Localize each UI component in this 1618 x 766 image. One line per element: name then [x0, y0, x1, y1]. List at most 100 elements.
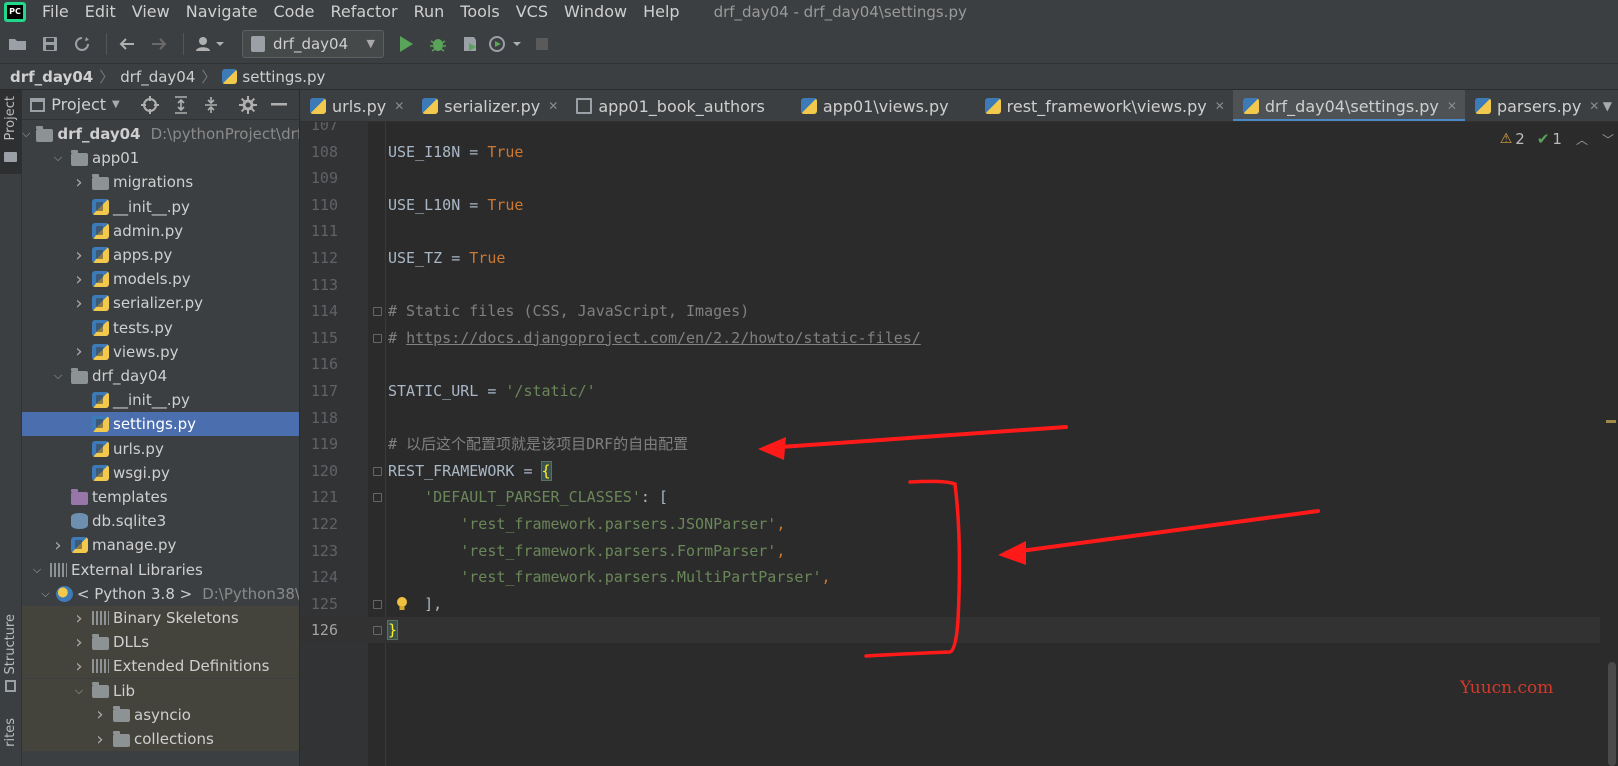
- tree-item[interactable]: › Extended Definitions: [22, 654, 299, 679]
- menu-item-window[interactable]: Window: [556, 0, 635, 24]
- tree-item[interactable]: › manage.py: [22, 533, 299, 557]
- menu-item-edit[interactable]: Edit: [77, 0, 124, 24]
- back-arrow-icon[interactable]: [113, 30, 141, 58]
- editor-tab[interactable]: urls.py ✕: [300, 90, 412, 121]
- chevron-right-icon[interactable]: ›: [51, 535, 65, 556]
- tree-item[interactable]: ⌵ app01: [22, 146, 299, 170]
- inspection-widget[interactable]: ⚠ 2 ✔ 1 ︿ ﹀: [1500, 130, 1614, 148]
- editor-tab[interactable]: app01_book_authors: [566, 90, 791, 121]
- tree-item[interactable]: wsgi.py: [22, 461, 299, 485]
- menu-item-tools[interactable]: Tools: [452, 0, 507, 24]
- chevron-down-icon[interactable]: ⌵: [22, 127, 30, 141]
- close-icon[interactable]: ✕: [1589, 99, 1599, 113]
- chevron-right-icon[interactable]: ›: [93, 704, 107, 725]
- menu-item-file[interactable]: File: [34, 0, 77, 24]
- chevron-down-icon[interactable]: ⌵: [72, 684, 86, 698]
- hide-panel-icon[interactable]: [268, 94, 289, 116]
- expand-all-icon[interactable]: [170, 94, 191, 116]
- tree-item[interactable]: db.sqlite3: [22, 509, 299, 533]
- project-tool-tab[interactable]: Project: [0, 90, 22, 174]
- fold-marker-icon[interactable]: [373, 599, 382, 609]
- tree-item[interactable]: __init__.py: [22, 195, 299, 219]
- fold-marker-icon[interactable]: [373, 333, 382, 343]
- gear-icon[interactable]: [238, 94, 259, 116]
- fold-marker-icon[interactable]: [373, 307, 382, 317]
- editor-tab[interactable]: parsers.py ✕: [1465, 90, 1607, 121]
- locate-file-icon[interactable]: [140, 94, 161, 116]
- chevron-right-icon[interactable]: ›: [72, 632, 86, 653]
- scroll-thumb[interactable]: [1608, 662, 1616, 766]
- chevron-down-icon[interactable]: ▼: [1603, 90, 1612, 121]
- chevron-down-icon[interactable]: ⌵: [41, 587, 50, 601]
- editor-tab[interactable]: rest_framework\views.py ✕: [975, 90, 1233, 121]
- collapse-all-icon[interactable]: [201, 94, 222, 116]
- tree-item[interactable]: __init__.py: [22, 388, 299, 412]
- close-icon[interactable]: ✕: [1447, 99, 1457, 113]
- breadcrumb-project[interactable]: drf_day04: [10, 68, 93, 86]
- tree-item[interactable]: urls.py: [22, 437, 299, 461]
- tree-item[interactable]: › DLLs: [22, 630, 299, 655]
- run-configuration-select[interactable]: drf_day04 ▼: [242, 29, 384, 58]
- tree-item[interactable]: › models.py: [22, 267, 299, 291]
- save-all-icon[interactable]: [36, 30, 64, 58]
- tree-item[interactable]: admin.py: [22, 219, 299, 243]
- fold-marker-icon[interactable]: [373, 466, 382, 476]
- chevron-down-icon[interactable]: ▼: [112, 99, 120, 110]
- synchronize-icon[interactable]: [68, 30, 96, 58]
- close-icon[interactable]: ✕: [548, 99, 558, 113]
- chevron-right-icon[interactable]: ›: [72, 245, 86, 266]
- profile-icon[interactable]: [488, 30, 524, 58]
- menu-item-help[interactable]: Help: [635, 0, 687, 24]
- menu-item-refactor[interactable]: Refactor: [322, 0, 405, 24]
- menu-item-code[interactable]: Code: [266, 0, 323, 24]
- menu-item-navigate[interactable]: Navigate: [178, 0, 266, 24]
- chevron-down-icon[interactable]: ⌵: [51, 369, 65, 383]
- debug-bug-icon[interactable]: [424, 30, 452, 58]
- open-folder-icon[interactable]: [4, 30, 32, 58]
- close-icon[interactable]: ✕: [1215, 99, 1225, 113]
- chevron-right-icon[interactable]: ›: [72, 172, 86, 193]
- user-account-icon[interactable]: [190, 30, 230, 58]
- tree-item[interactable]: › Binary Skeletons: [22, 606, 299, 630]
- breadcrumb-package[interactable]: drf_day04: [120, 68, 195, 86]
- editor-tab[interactable]: serializer.py ✕: [412, 90, 566, 121]
- tree-item[interactable]: ⌵ Lib: [22, 678, 299, 703]
- chevron-right-icon[interactable]: ›: [72, 293, 86, 314]
- tree-item[interactable]: › serializer.py: [22, 291, 299, 315]
- chevron-down-icon[interactable]: ⌵: [30, 563, 44, 577]
- breadcrumb-file[interactable]: settings.py: [242, 68, 325, 86]
- tree-item[interactable]: templates: [22, 485, 299, 509]
- run-play-icon[interactable]: [392, 30, 420, 58]
- tree-item[interactable]: › migrations: [22, 170, 299, 194]
- code-editor[interactable]: 107 108 USE_I18N = True 109 110 USE_L10N = Tr…: [300, 122, 1618, 766]
- menu-item-view[interactable]: View: [124, 0, 178, 24]
- tree-item[interactable]: ⌵ External Libraries: [22, 558, 299, 582]
- fold-marker-icon[interactable]: [373, 493, 382, 503]
- menu-item-vcs[interactable]: VCS: [508, 0, 556, 24]
- chevron-right-icon[interactable]: ›: [72, 608, 86, 629]
- forward-arrow-icon[interactable]: [145, 30, 173, 58]
- chevron-right-icon[interactable]: ›: [72, 656, 86, 677]
- lightbulb-icon[interactable]: [396, 596, 408, 612]
- chevron-down-icon[interactable]: ⌵: [51, 151, 65, 165]
- structure-tool-tab[interactable]: Structure: [0, 614, 22, 698]
- menu-item-run[interactable]: Run: [406, 0, 453, 24]
- close-icon[interactable]: ✕: [394, 99, 404, 113]
- chevron-right-icon[interactable]: ›: [72, 269, 86, 290]
- run-with-coverage-icon[interactable]: [456, 30, 484, 58]
- project-panel-title[interactable]: Project: [51, 95, 106, 114]
- editor-tab[interactable]: app01\views.py: [791, 90, 975, 121]
- tree-item[interactable]: › collections: [22, 727, 299, 751]
- tree-item[interactable]: tests.py: [22, 316, 299, 340]
- chevron-up-icon[interactable]: ︿: [1576, 131, 1588, 148]
- stop-icon[interactable]: [528, 30, 556, 58]
- chevron-right-icon[interactable]: ›: [93, 729, 107, 750]
- tree-item[interactable]: settings.py: [22, 412, 299, 437]
- editor-scrollbar[interactable]: [1606, 122, 1618, 766]
- fold-marker-icon[interactable]: [373, 626, 382, 636]
- tree-item[interactable]: › asyncio: [22, 702, 299, 727]
- tree-item[interactable]: › apps.py: [22, 243, 299, 267]
- tree-item[interactable]: › views.py: [22, 340, 299, 364]
- tree-item[interactable]: ⌵ < Python 3.8 > D:\Python38\: [22, 582, 299, 606]
- editor-tab[interactable]: drf_day04\settings.py ✕: [1232, 90, 1466, 121]
